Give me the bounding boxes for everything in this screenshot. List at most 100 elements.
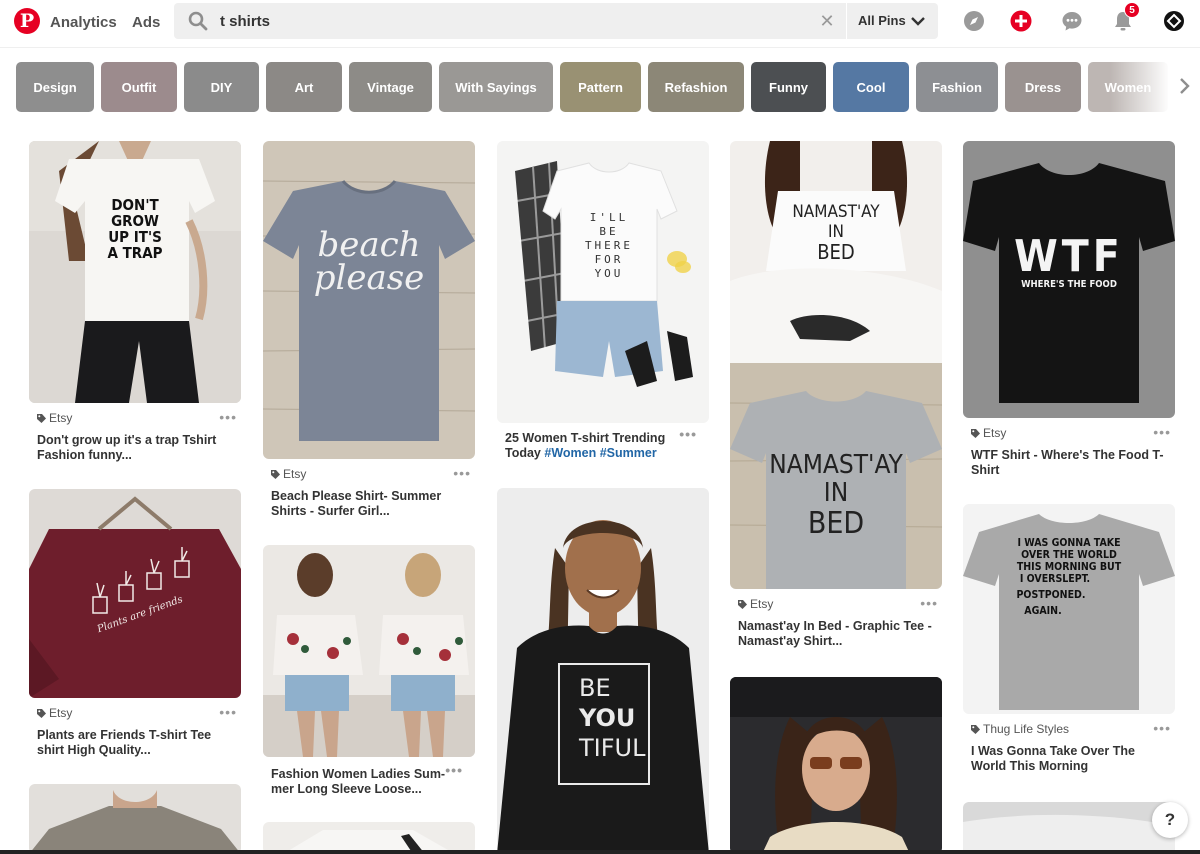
pin-card[interactable]: Plants are friends Etsy ••• Plants are F…: [29, 489, 241, 758]
pin-more-icon[interactable]: •••: [219, 409, 237, 425]
bottom-edge: [0, 850, 1200, 854]
pin-image[interactable]: [29, 784, 241, 854]
guides-fade-overlay: [1110, 60, 1170, 112]
pin-image[interactable]: I'LL BE THERE FOR YOU: [497, 141, 709, 423]
create-plus-icon[interactable]: [1010, 10, 1032, 32]
guide-chip[interactable]: Dress: [1005, 62, 1081, 112]
guide-chip[interactable]: Vintage: [349, 62, 432, 112]
pin-more-icon[interactable]: •••: [219, 704, 237, 720]
pin-title[interactable]: Beach Please Shirt- Summer Shirts - Surf…: [271, 489, 467, 519]
pinterest-logo-icon[interactable]: P: [14, 8, 40, 34]
pin-title[interactable]: Plants are Friends T-shirt Tee shirt Hig…: [37, 728, 233, 758]
shirt-text: IN: [824, 478, 848, 508]
shirt-text: NAMAST'AY: [792, 202, 880, 222]
tag-icon: [971, 429, 980, 438]
tag-icon: [271, 470, 280, 479]
pin-hashtags[interactable]: #Women #Summer: [544, 446, 656, 460]
guide-chip[interactable]: Refashion: [648, 62, 744, 112]
pin-card[interactable]: I WAS GONNA TAKE OVER THE WORLD THIS MORNI…: [963, 504, 1175, 774]
pin-card[interactable]: [730, 677, 942, 854]
pin-card[interactable]: Fashion Women Ladies Sum- mer Long Sleev…: [263, 545, 475, 797]
guide-chip[interactable]: With Sayings: [439, 62, 553, 112]
pin-image[interactable]: beach please: [263, 141, 475, 459]
shirt-text: NAMAST'AY: [769, 450, 903, 480]
pin-image[interactable]: BE YOU TIFUL: [497, 488, 709, 854]
pin-card[interactable]: WTF WHERE'S THE FOOD Etsy ••• WTF Shirt …: [963, 141, 1175, 478]
help-button[interactable]: ?: [1152, 802, 1188, 838]
guide-chip[interactable]: Art: [266, 62, 342, 112]
clear-search-icon[interactable]: ✕: [816, 10, 838, 32]
pin-card[interactable]: [29, 784, 241, 854]
guide-chip[interactable]: Fashion: [916, 62, 998, 112]
shirt-text: BED: [817, 240, 855, 264]
pin-source-name: Etsy: [750, 597, 774, 611]
search-input[interactable]: t shirts: [220, 13, 270, 30]
nav-ads[interactable]: Ads: [132, 14, 160, 31]
pin-card[interactable]: BE YOU TIFUL: [497, 488, 709, 854]
pin-card[interactable]: beach please Etsy ••• Beach Please Shirt…: [263, 141, 475, 519]
nav-analytics[interactable]: Analytics: [50, 14, 117, 31]
pin-image[interactable]: [263, 545, 475, 757]
pin-image[interactable]: I WAS GONNA TAKE OVER THE WORLD THIS MORNI…: [963, 504, 1175, 714]
pin-title[interactable]: 25 Women T-shirt Trending Today #Women #…: [505, 427, 701, 461]
pin-more-icon[interactable]: •••: [679, 427, 697, 442]
pin-image[interactable]: NAMAST'AY IN BED NAMAST'AY IN BED: [730, 141, 942, 589]
pin-source[interactable]: Etsy •••: [730, 595, 942, 613]
pin-image[interactable]: WTF WHERE'S THE FOOD: [963, 141, 1175, 418]
guide-chip[interactable]: Pattern: [560, 62, 641, 112]
profile-menu-icon[interactable]: [1163, 10, 1185, 32]
search-scope-select[interactable]: All Pins: [858, 13, 906, 28]
guide-chip[interactable]: Outfit: [101, 62, 177, 112]
pin-source[interactable]: Etsy •••: [29, 704, 241, 722]
shirt-text: BED: [808, 506, 864, 541]
tag-icon: [37, 709, 46, 718]
pin-image[interactable]: [730, 677, 942, 854]
pin-source[interactable]: Etsy •••: [963, 424, 1175, 442]
tag-icon: [37, 414, 46, 423]
pin-title[interactable]: Namast'ay In Bed - Graphic Tee - Namast'…: [738, 619, 934, 649]
search-bar[interactable]: t shirts ✕ All Pins: [174, 3, 938, 39]
tag-icon: [971, 725, 980, 734]
messages-icon[interactable]: [1061, 10, 1083, 32]
pin-more-icon[interactable]: •••: [1153, 424, 1171, 440]
top-header: P Analytics Ads t shirts ✕ All Pins 5: [0, 0, 1200, 48]
pin-title[interactable]: I Was Gonna Take Over The World This Mor…: [971, 744, 1167, 774]
pin-card[interactable]: [963, 802, 1175, 854]
pin-more-icon[interactable]: •••: [453, 465, 471, 481]
pin-source[interactable]: Etsy •••: [29, 409, 241, 427]
search-divider: [846, 3, 847, 39]
tag-icon: [738, 600, 747, 609]
pin-card[interactable]: NAMAST'AY IN BED NAMAST'AY IN BED Etsy •…: [730, 141, 942, 649]
search-icon: [188, 11, 208, 31]
pin-title[interactable]: Fashion Women Ladies Sum- mer Long Sleev…: [271, 763, 467, 797]
pin-source[interactable]: Thug Life Styles •••: [963, 720, 1175, 738]
pin-title-text: Fashion Women Ladies Sum- mer Long Sleev…: [271, 767, 446, 796]
pin-source-name: Thug Life Styles: [983, 722, 1070, 736]
pin-source[interactable]: Etsy •••: [263, 465, 475, 483]
guide-chip[interactable]: Design: [16, 62, 94, 112]
guide-chip[interactable]: DIY: [184, 62, 259, 112]
pin-card[interactable]: I'LL BE THERE FOR YOU 25 Women T-shirt Trend…: [497, 141, 709, 461]
shirt-text: BE: [579, 674, 611, 702]
chevron-down-icon[interactable]: [910, 13, 926, 29]
pin-title[interactable]: WTF Shirt - Where's The Food T-Shirt: [971, 448, 1167, 478]
shirt-text: IN: [828, 222, 844, 242]
explore-compass-icon[interactable]: [963, 10, 985, 32]
guide-chip[interactable]: Funny: [751, 62, 826, 112]
chevron-right-icon[interactable]: [1174, 76, 1194, 96]
pin-image[interactable]: Plants are friends: [29, 489, 241, 698]
shirt-text: please: [314, 258, 425, 298]
pin-title[interactable]: Don't grow up it's a trap Tshirt Fashion…: [37, 433, 233, 463]
pin-more-icon[interactable]: •••: [1153, 720, 1171, 736]
pin-more-icon[interactable]: •••: [445, 763, 463, 778]
pin-more-icon[interactable]: •••: [920, 595, 938, 611]
notification-count-badge: 5: [1124, 2, 1140, 18]
pin-card[interactable]: DON'T GROW UP IT'S A TRAP Etsy ••• Don't gr…: [29, 141, 241, 463]
guide-chip[interactable]: Cool: [833, 62, 909, 112]
shirt-text: TIFUL: [578, 734, 646, 762]
pin-image[interactable]: DON'T GROW UP IT'S A TRAP: [29, 141, 241, 403]
shirt-text: YOU: [578, 704, 635, 732]
guided-search-bar: Design Outfit DIY Art Vintage With Sayin…: [0, 60, 1200, 112]
pin-image[interactable]: [963, 802, 1175, 854]
pin-source-name: Etsy: [983, 426, 1007, 440]
